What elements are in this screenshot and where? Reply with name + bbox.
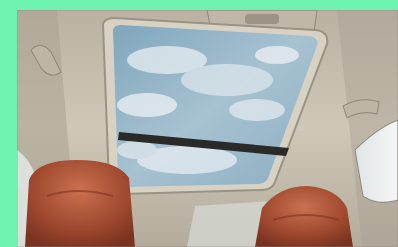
left-seat-headrest: [25, 160, 135, 247]
panoramic-sunroof-scene: [17, 10, 398, 247]
console-button-panel: [245, 14, 279, 24]
car-interior-photo: [17, 10, 398, 247]
image-border: [0, 0, 398, 247]
